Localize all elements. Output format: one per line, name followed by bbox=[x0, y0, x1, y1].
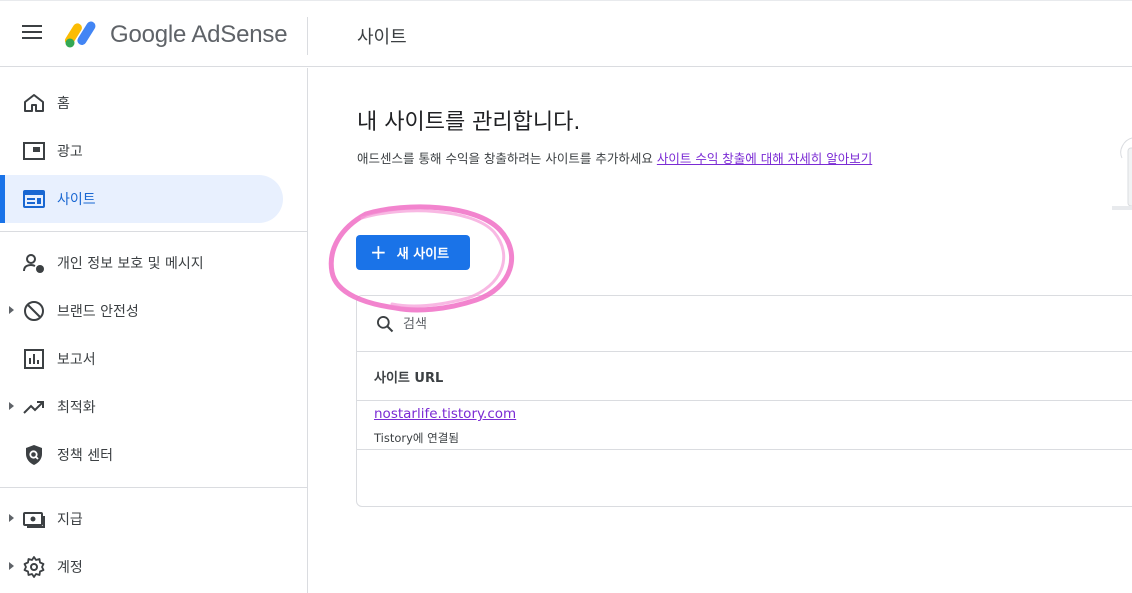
site-url-link[interactable]: nostarlife.tistory.com bbox=[374, 406, 516, 422]
hamburger-menu-icon[interactable] bbox=[22, 25, 44, 43]
sites-table: 사이트 URL nostarlife.tistory.com Tistory에 … bbox=[356, 295, 1132, 507]
reports-icon bbox=[24, 349, 44, 369]
sidebar-item-label: 개인 정보 보호 및 메시지 bbox=[57, 256, 204, 272]
sidebar-item-brand-safety[interactable]: 브랜드 안전성 bbox=[0, 287, 283, 335]
main-description: 애드센스를 통해 수익을 창출하려는 사이트를 추가하세요 사이트 수익 창출에… bbox=[357, 148, 872, 167]
sidebar-nav: 홈 광고 사이트 개인 정보 보호 및 메시지 브랜드 안전성 보고서 최적화 … bbox=[0, 68, 308, 593]
sidebar-item-payments[interactable]: 지급 bbox=[0, 495, 283, 543]
expand-caret-icon[interactable] bbox=[9, 562, 14, 570]
sidebar-item-label: 사이트 bbox=[57, 192, 96, 208]
payments-icon bbox=[23, 512, 45, 528]
new-site-button[interactable]: + 새 사이트 bbox=[356, 235, 470, 270]
sidebar-item-optimization[interactable]: 최적화 bbox=[0, 383, 283, 431]
privacy-icon bbox=[23, 254, 44, 273]
sidebar-item-reports[interactable]: 보고서 bbox=[0, 335, 283, 383]
sidebar-item-label: 보고서 bbox=[57, 352, 96, 368]
expand-caret-icon[interactable] bbox=[9, 402, 14, 410]
sidebar-item-label: 최적화 bbox=[57, 400, 96, 416]
table-row: nostarlife.tistory.com Tistory에 연결됨 bbox=[357, 401, 1132, 450]
site-status-text: Tistory에 연결됨 bbox=[374, 431, 459, 445]
sidebar-item-label: 브랜드 안전성 bbox=[57, 304, 139, 320]
sidebar-divider bbox=[0, 487, 308, 488]
trending-up-icon bbox=[23, 401, 44, 414]
sidebar-item-sites[interactable]: 사이트 bbox=[0, 175, 283, 223]
sites-icon bbox=[23, 190, 45, 208]
policy-shield-icon bbox=[26, 445, 42, 465]
block-icon bbox=[24, 301, 44, 321]
new-site-button-label: 새 사이트 bbox=[396, 247, 450, 262]
expand-caret-icon[interactable] bbox=[9, 514, 14, 522]
plus-icon: + bbox=[370, 239, 387, 264]
sidebar-item-label: 지급 bbox=[57, 512, 83, 528]
ads-icon bbox=[23, 142, 45, 160]
learn-more-link[interactable]: 사이트 수익 창출에 대해 자세히 알아보기 bbox=[657, 151, 872, 166]
sidebar-item-account[interactable]: 계정 bbox=[0, 543, 283, 591]
adsense-logo-icon bbox=[64, 21, 96, 48]
search-bar bbox=[357, 296, 1132, 352]
header-divider bbox=[307, 17, 308, 55]
table-header: 사이트 URL bbox=[357, 352, 1132, 401]
sidebar-item-privacy[interactable]: 개인 정보 보호 및 메시지 bbox=[0, 239, 283, 287]
search-icon bbox=[377, 316, 394, 333]
sidebar-item-label: 홈 bbox=[57, 96, 70, 112]
sidebar-item-home[interactable]: 홈 bbox=[0, 79, 283, 127]
sidebar-item-ads[interactable]: 광고 bbox=[0, 127, 283, 175]
expand-caret-icon[interactable] bbox=[9, 306, 14, 314]
brand-name: Google AdSense bbox=[110, 21, 288, 48]
column-header-site-url[interactable]: 사이트 URL bbox=[374, 367, 443, 386]
description-text: 애드센스를 통해 수익을 창출하려는 사이트를 추가하세요 bbox=[357, 151, 653, 166]
sidebar-divider bbox=[0, 231, 308, 232]
promo-illustration bbox=[1112, 137, 1132, 210]
home-icon bbox=[24, 94, 44, 112]
main-heading: 내 사이트를 관리합니다. bbox=[357, 110, 581, 135]
page-title: 사이트 bbox=[357, 27, 407, 48]
sidebar-item-label: 광고 bbox=[57, 144, 83, 160]
sidebar-item-policy-center[interactable]: 정책 센터 bbox=[0, 431, 283, 479]
sidebar-item-label: 정책 센터 bbox=[57, 448, 113, 464]
top-app-bar: Google AdSense 사이트 bbox=[0, 0, 1132, 67]
gear-icon bbox=[23, 556, 45, 578]
search-input[interactable] bbox=[403, 310, 1003, 338]
sidebar-item-label: 계정 bbox=[57, 560, 83, 576]
